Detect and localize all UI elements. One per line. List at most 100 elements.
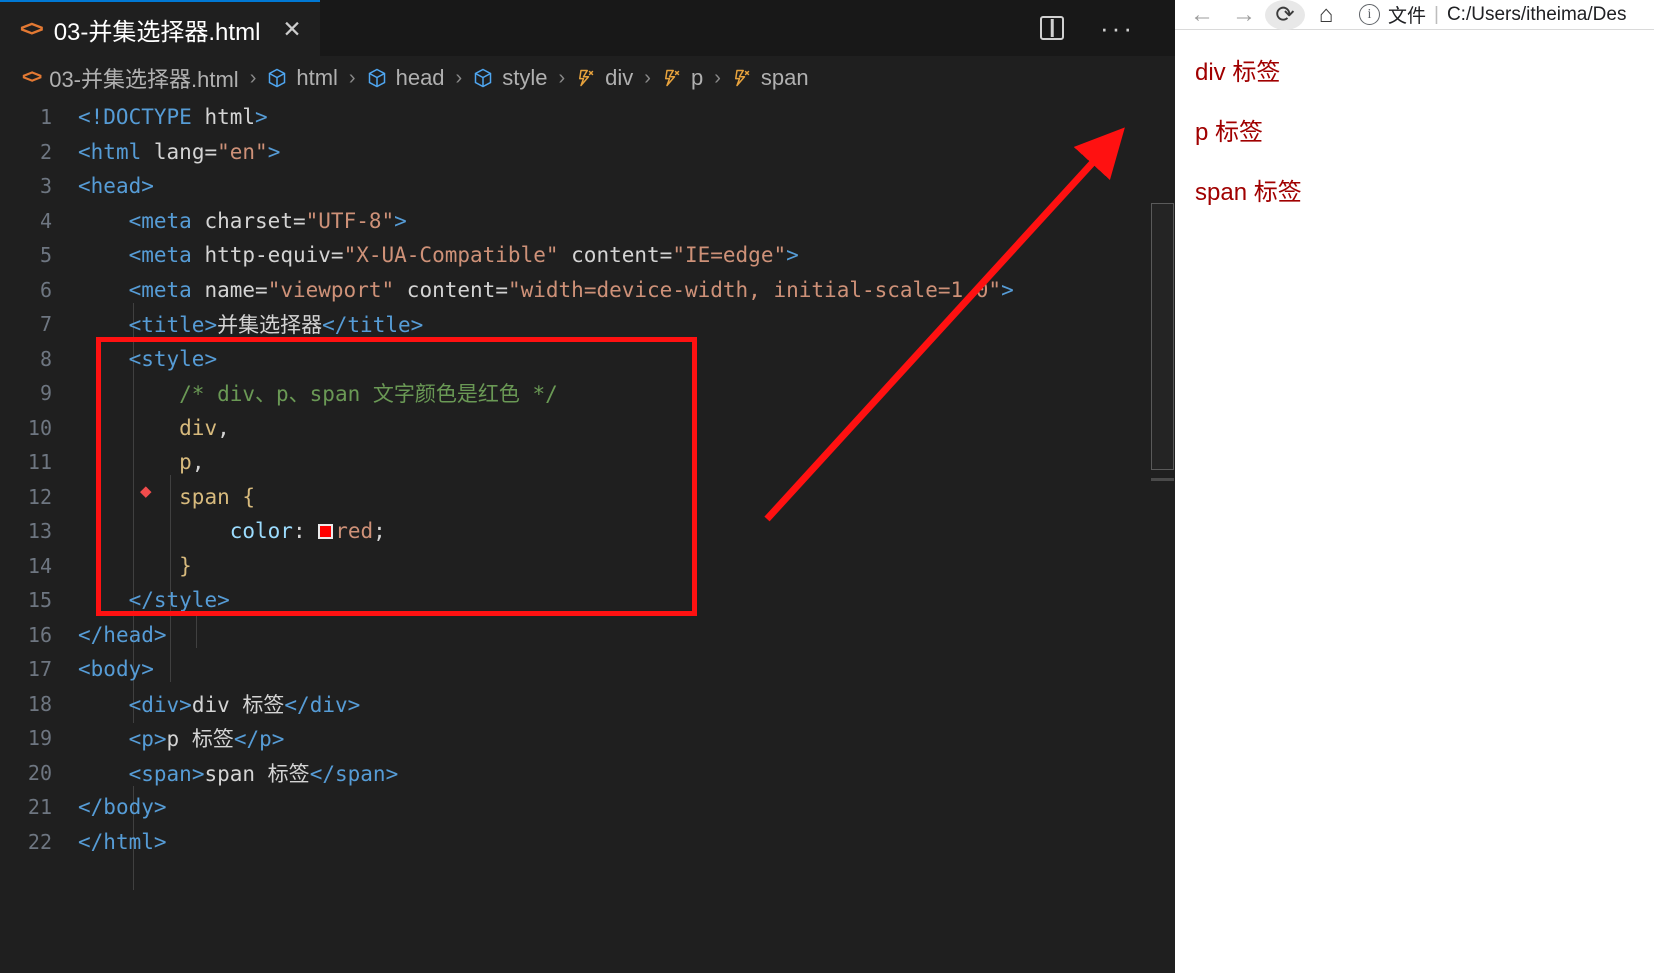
address-bar[interactable]: i 文件 | C:/Users/itheima/Des bbox=[1347, 0, 1654, 30]
breadcrumb-item-style[interactable]: style bbox=[473, 65, 547, 91]
line-content: <html lang="en"> bbox=[78, 139, 281, 164]
breadcrumb-label: span bbox=[760, 65, 809, 90]
code-line: 22 </html> bbox=[0, 825, 1175, 860]
code-line: 15 </style> bbox=[0, 583, 1175, 618]
symbol-cube-icon bbox=[267, 68, 287, 88]
reload-icon[interactable]: ⟳ bbox=[1265, 0, 1305, 30]
line-number: 14 bbox=[27, 553, 52, 578]
rendered-p-element: p 标签 bbox=[1195, 119, 1264, 146]
line-number: 6 bbox=[39, 277, 52, 302]
code-line: 19 <p>p 标签</p> bbox=[0, 721, 1175, 756]
code-line: 3 <head> bbox=[0, 169, 1175, 204]
code-line: 11 p, bbox=[0, 445, 1175, 480]
browser-toolbar: ← → ⟳ ⌂ i 文件 | C:/Users/itheima/Des bbox=[1175, 0, 1654, 30]
line-number: 17 bbox=[27, 657, 52, 682]
code-content[interactable]: 1 <!DOCTYPE html> 2 <html lang="en"> 3 <hea… bbox=[0, 100, 1175, 973]
line-content: <meta charset="UTF-8"> bbox=[128, 208, 407, 233]
breadcrumb-separator: › bbox=[714, 66, 721, 89]
code-line: 2 <html lang="en"> bbox=[0, 135, 1175, 170]
line-content: </body> bbox=[78, 795, 167, 820]
breadcrumb-item-p[interactable]: p bbox=[662, 65, 703, 91]
site-info-icon[interactable]: i bbox=[1359, 4, 1380, 25]
forward-icon[interactable]: → bbox=[1223, 0, 1265, 30]
code-editor-pane: <> 03-并集选择器.html ✕ ··· <> 03-并集选择器.html … bbox=[0, 0, 1175, 973]
code-line: 10 div, bbox=[0, 411, 1175, 446]
browser-pane: ← → ⟳ ⌂ i 文件 | C:/Users/itheima/Des div … bbox=[1175, 0, 1654, 973]
line-content: <meta name="viewport" content="width=dev… bbox=[128, 277, 1014, 302]
vscode-with-browser-window: <> 03-并集选择器.html ✕ ··· <> 03-并集选择器.html … bbox=[0, 0, 1654, 973]
address-url: C:/Users/itheima/Des bbox=[1446, 3, 1627, 25]
code-line: 21 </body> bbox=[0, 790, 1175, 825]
line-number: 16 bbox=[27, 622, 52, 647]
address-scheme-label: 文件 bbox=[1388, 6, 1427, 27]
breadcrumb-label: head bbox=[395, 65, 445, 90]
code-line: 6 <meta name="viewport" content="width=d… bbox=[0, 273, 1175, 308]
breadcrumb-item-div[interactable]: div bbox=[576, 65, 633, 91]
line-content: <body> bbox=[78, 657, 154, 682]
line-content: span { bbox=[179, 484, 256, 509]
symbol-selector-icon bbox=[576, 68, 596, 88]
address-divider: | bbox=[1434, 3, 1439, 25]
breadcrumb-separator: › bbox=[644, 66, 651, 89]
breadcrumb-separator: › bbox=[348, 66, 356, 89]
breadcrumb-item-file[interactable]: <> 03-并集选择器.html bbox=[22, 62, 239, 94]
line-number: 13 bbox=[27, 519, 52, 544]
breadcrumb-label: style bbox=[502, 65, 548, 90]
line-content: <head> bbox=[78, 174, 154, 199]
breadcrumb: <> 03-并集选择器.html › html › head › style ›… bbox=[0, 56, 1175, 100]
breadcrumb-label: html bbox=[296, 65, 338, 90]
line-content: <style> bbox=[128, 346, 218, 371]
back-icon[interactable]: ← bbox=[1181, 0, 1223, 30]
breadcrumb-item-span[interactable]: span bbox=[732, 65, 809, 91]
editor-tab-active[interactable]: <> 03-并集选择器.html ✕ bbox=[0, 0, 320, 56]
line-content: </html> bbox=[78, 829, 167, 854]
code-line: 17 <body> bbox=[0, 652, 1175, 687]
line-number: 20 bbox=[27, 760, 52, 785]
line-number: 4 bbox=[39, 208, 52, 233]
home-icon[interactable]: ⌂ bbox=[1305, 0, 1347, 30]
breadcrumb-label: 03-并集选择器.html bbox=[49, 67, 239, 92]
editor-scrollbar-track[interactable] bbox=[1150, 156, 1175, 973]
rendered-span-element: span 标签 bbox=[1195, 179, 1302, 206]
line-content: <!DOCTYPE html> bbox=[78, 105, 268, 130]
line-content: div, bbox=[179, 415, 230, 440]
line-number: 2 bbox=[39, 139, 52, 164]
rendered-div-element: div 标签 bbox=[1195, 59, 1281, 86]
line-content: p, bbox=[179, 450, 205, 475]
line-number: 12 bbox=[27, 484, 52, 509]
breadcrumb-label: div bbox=[605, 65, 634, 90]
breadcrumb-item-html[interactable]: html bbox=[267, 65, 338, 91]
indent-guide bbox=[196, 613, 197, 648]
color-swatch-red bbox=[318, 524, 334, 540]
line-number: 15 bbox=[27, 588, 52, 613]
editor-scrollbar-thumb[interactable] bbox=[1151, 203, 1174, 470]
line-number: 18 bbox=[27, 691, 52, 716]
breadcrumb-item-head[interactable]: head bbox=[367, 65, 445, 91]
symbol-selector-icon bbox=[732, 68, 752, 88]
line-number: 21 bbox=[27, 795, 52, 820]
close-icon[interactable]: ✕ bbox=[282, 17, 301, 41]
code-line: 20 <span>span 标签</span> bbox=[0, 756, 1175, 791]
split-editor-icon[interactable] bbox=[1040, 16, 1065, 40]
line-content: <title>并集选择器</title> bbox=[128, 313, 424, 338]
tab-title: 03-并集选择器.html bbox=[53, 18, 261, 46]
line-content: } bbox=[179, 553, 192, 578]
line-number: 10 bbox=[27, 415, 52, 440]
symbol-selector-icon bbox=[662, 68, 682, 88]
editor-tab-bar: <> 03-并集选择器.html ✕ ··· bbox=[0, 0, 1175, 56]
more-actions-icon[interactable]: ··· bbox=[1100, 15, 1135, 41]
code-line: 16 </head> bbox=[0, 618, 1175, 653]
line-content: <div>div 标签</div> bbox=[128, 692, 361, 717]
breadcrumb-separator: › bbox=[249, 66, 257, 89]
line-content: <p>p 标签</p> bbox=[128, 727, 285, 752]
line-number: 19 bbox=[27, 726, 52, 751]
breadcrumb-separator: › bbox=[558, 66, 566, 89]
code-line: 8 <style> bbox=[0, 342, 1175, 377]
line-content: <span>span 标签</span> bbox=[128, 761, 399, 786]
fold-marker-icon[interactable]: ◆ bbox=[140, 482, 152, 500]
line-content: </head> bbox=[78, 622, 167, 647]
line-number: 3 bbox=[39, 174, 52, 199]
code-file-icon: <> bbox=[22, 67, 42, 88]
code-line: 9 /* div、p、span 文字颜色是红色 */ bbox=[0, 376, 1175, 411]
symbol-cube-icon bbox=[473, 68, 493, 88]
